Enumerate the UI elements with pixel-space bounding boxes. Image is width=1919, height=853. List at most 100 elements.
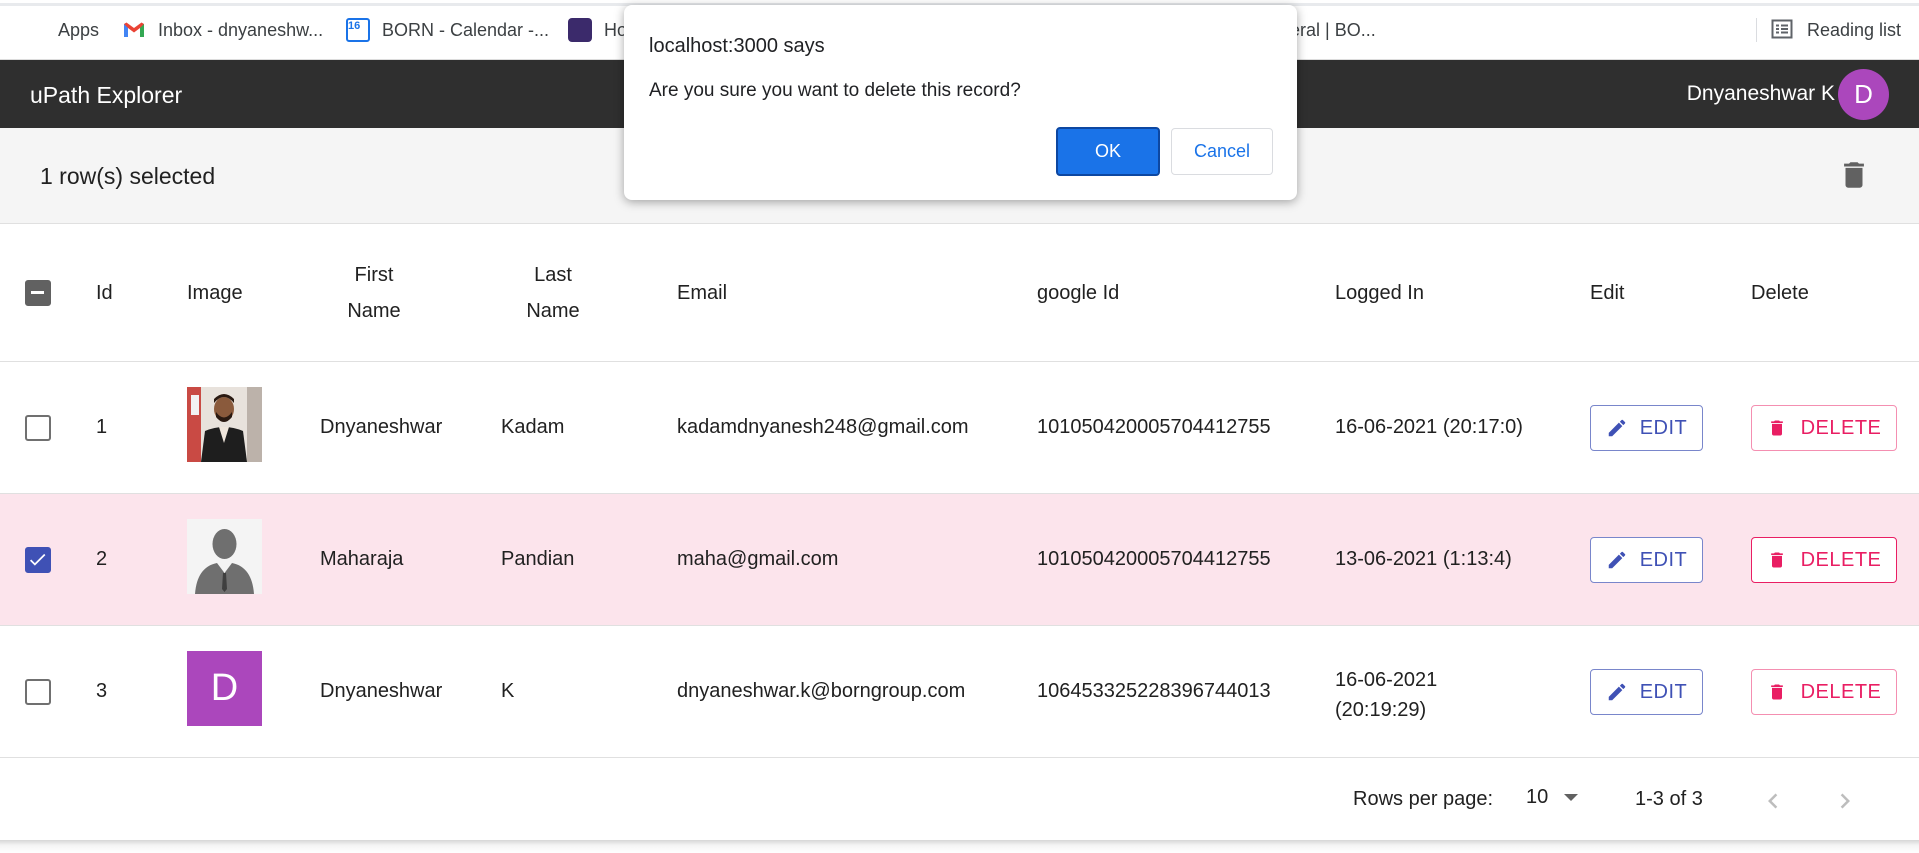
header-image: Image [187, 282, 243, 304]
pencil-icon [1608, 683, 1625, 701]
row-last-name: Pandian [501, 548, 575, 570]
pencil-icon [1608, 419, 1625, 437]
header-email: Email [677, 282, 728, 304]
select-all-checkbox[interactable] [25, 280, 51, 306]
header-first-name: First Name [334, 257, 414, 329]
delete-button[interactable]: DELETE [1751, 669, 1897, 715]
edit-button[interactable]: EDIT [1590, 669, 1703, 715]
row-email: maha@gmail.com [677, 548, 839, 570]
dialog-message: Are you sure you want to delete this rec… [649, 80, 1021, 101]
table-header: Id Image First Name Last Name Email goog… [0, 224, 1919, 362]
bookmark-inbox-label: Inbox - dnyaneshw... [158, 19, 324, 40]
delete-selected-button[interactable] [1837, 158, 1871, 192]
table-pagination: Rows per page: 10 1-3 of 3 [0, 762, 1919, 840]
apps-grid-icon [22, 18, 46, 42]
delete-button-label: DELETE [1800, 680, 1882, 703]
row-email: dnyaneshwar.k@borngroup.com [677, 680, 966, 702]
delete-button-label: DELETE [1800, 548, 1882, 571]
app-title: uPath Explorer [30, 82, 183, 108]
header-edit: Edit [1590, 282, 1625, 304]
trash-icon [1844, 162, 1864, 188]
bookmark-home[interactable]: Ho [568, 18, 627, 42]
row-last-name: Kadam [501, 416, 565, 438]
bookmark-apps-label: Apps [58, 19, 100, 40]
delete-button[interactable]: DELETE [1751, 405, 1897, 451]
delete-button[interactable]: DELETE [1751, 537, 1897, 583]
row-id: 2 [96, 548, 108, 570]
edit-button[interactable]: EDIT [1590, 405, 1703, 451]
table-row[interactable]: 1 Dnyaneshwar Kadam kadamdnyanesh248@gma… [0, 362, 1919, 494]
rows-per-page-label: Rows per page: [1353, 788, 1494, 810]
rows-per-page-select[interactable]: 10 [1526, 786, 1579, 809]
row-first-name: Dnyaneshwar [320, 680, 443, 702]
row-google-id: 106453325228396744013 [1037, 680, 1271, 702]
users-table: Id Image First Name Last Name Email goog… [0, 224, 1919, 758]
row-last-name: K [501, 680, 515, 702]
row-logged-in: 16-06-2021 (20:19:29) [1335, 665, 1437, 725]
edit-button[interactable]: EDIT [1590, 537, 1703, 583]
row-first-name: Maharaja [320, 548, 404, 570]
bookmark-general[interactable]: eral | BO... [1290, 18, 1376, 42]
selected-count-text: 1 row(s) selected [40, 163, 216, 189]
row-logged-in-time: (20:19:29) [1335, 699, 1427, 721]
paper-bottom-shadow [0, 840, 1919, 853]
confirm-dialog: localhost:3000 says Are you sure you wan… [624, 5, 1297, 200]
row-google-id: 101050420005704412755 [1037, 548, 1271, 570]
row-checkbox[interactable] [25, 679, 51, 705]
indeterminate-mark-icon [31, 291, 44, 294]
user-letter-avatar: D [187, 651, 262, 726]
table-row[interactable]: 3 D Dnyaneshwar K dnyaneshwar.k@borngrou… [0, 626, 1919, 758]
user-photo [187, 387, 262, 462]
dropdown-caret-icon [1564, 794, 1579, 801]
reading-list-icon [1771, 18, 1795, 42]
header-last-name-line2: Name [526, 300, 580, 322]
dialog-title: localhost:3000 says [649, 35, 825, 57]
delete-button-label: DELETE [1800, 416, 1882, 439]
next-page-button[interactable] [1830, 786, 1860, 816]
user-placeholder-image [187, 519, 262, 594]
bookmark-inbox[interactable]: Inbox - dnyaneshw... [122, 18, 323, 42]
gmail-icon [122, 18, 146, 42]
reading-list-label: Reading list [1807, 19, 1902, 40]
header-first-name-line1: First [354, 264, 394, 286]
trash-icon [1770, 684, 1783, 700]
row-logged-in: 16-06-2021 (20:17:0) [1335, 416, 1523, 438]
previous-page-button[interactable] [1758, 786, 1788, 816]
row-logged-in: 13-06-2021 (1:13:4) [1335, 548, 1512, 570]
header-last-name: Last Name [513, 257, 593, 329]
row-logged-in-date: 16-06-2021 [1335, 669, 1438, 691]
dialog-cancel-button[interactable]: Cancel [1171, 128, 1273, 175]
row-first-name: Dnyaneshwar [320, 416, 443, 438]
row-email: kadamdnyanesh248@gmail.com [677, 416, 969, 438]
reading-list-button[interactable]: Reading list [1756, 18, 1901, 42]
chevron-right-icon [1840, 793, 1850, 809]
pencil-icon [1608, 551, 1625, 569]
user-avatar[interactable]: D [1838, 69, 1889, 120]
globe-icon [568, 18, 592, 42]
edit-button-label: EDIT [1639, 680, 1688, 703]
chevron-left-icon [1768, 793, 1778, 809]
header-delete: Delete [1751, 282, 1809, 304]
bookmark-calendar-label: BORN - Calendar -... [382, 19, 550, 40]
row-id: 3 [96, 680, 108, 702]
row-checkbox[interactable] [25, 415, 51, 441]
calendar-icon: 16 [346, 18, 370, 42]
header-first-name-line2: Name [347, 300, 401, 322]
row-id: 1 [96, 416, 108, 438]
header-logged-in: Logged In [1335, 282, 1424, 304]
header-id: Id [96, 282, 113, 304]
edit-button-label: EDIT [1639, 548, 1688, 571]
checkmark-icon [29, 553, 46, 566]
dialog-ok-button[interactable]: OK [1056, 127, 1160, 176]
row-checkbox[interactable] [25, 547, 51, 573]
pagination-range: 1-3 of 3 [1635, 788, 1703, 810]
trash-icon [1770, 552, 1783, 568]
header-google-id: google Id [1037, 282, 1120, 304]
bookmark-apps[interactable]: Apps [22, 18, 99, 42]
rows-per-page-value: 10 [1526, 786, 1549, 808]
bookmark-general-label: eral | BO... [1290, 19, 1376, 40]
table-row[interactable]: 2 Maharaja Pandian maha@gmail.com 101050… [0, 494, 1919, 626]
header-last-name-line1: Last [534, 264, 572, 286]
user-name: Dnyaneshwar K [1686, 82, 1835, 105]
bookmark-calendar[interactable]: 16 BORN - Calendar -... [346, 18, 549, 42]
